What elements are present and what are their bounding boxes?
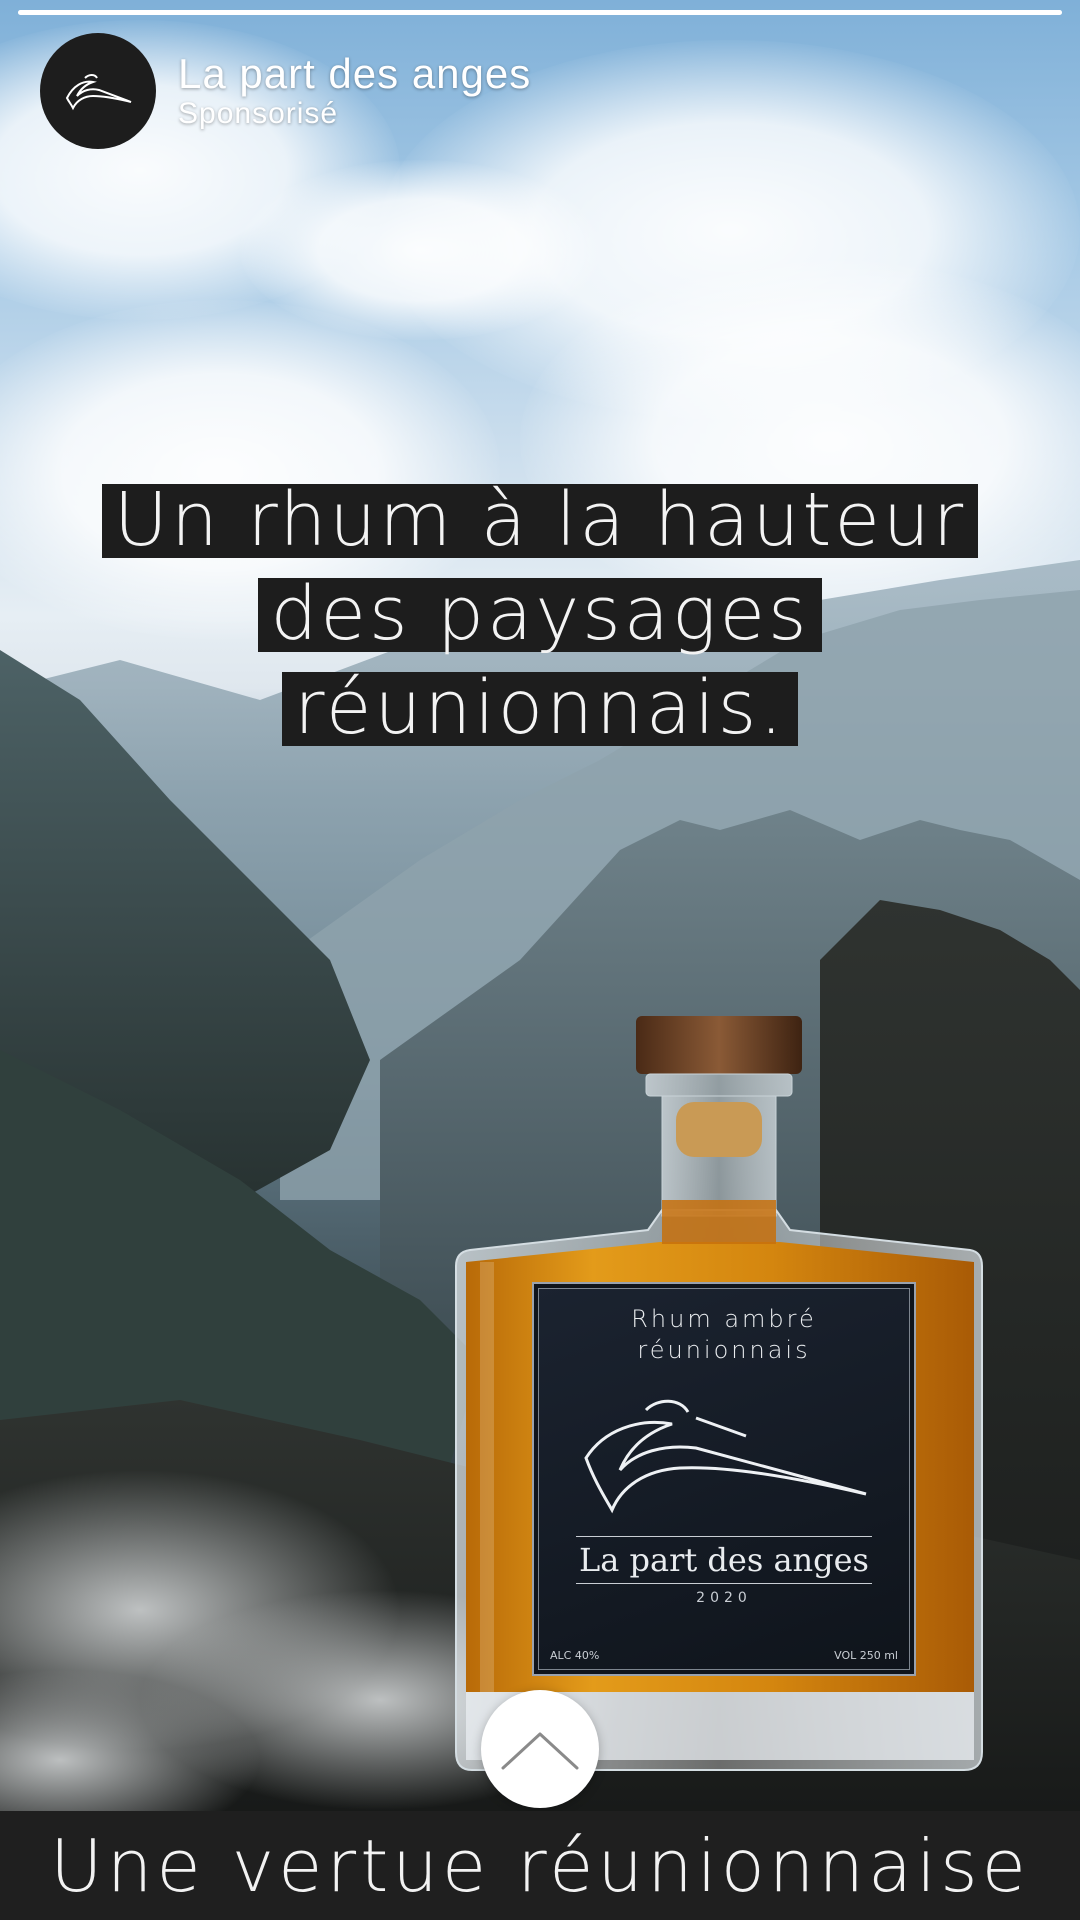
headline-line: Un rhum à la hauteur [101, 483, 979, 558]
story-progress-fill [18, 10, 1062, 15]
label-type-line: Rhum ambré [631, 1305, 817, 1333]
label-year: 2020 [696, 1590, 752, 1606]
brand-name[interactable]: La part des anges [178, 51, 531, 97]
swipe-up-button[interactable] [481, 1690, 599, 1808]
label-alc: ALC 40% [550, 1649, 600, 1662]
angel-bird-logo-icon [65, 74, 132, 111]
headline-line: réunionnais. [282, 671, 798, 746]
angel-bird-logo-icon [584, 1399, 867, 1514]
tagline-bar: Une vertue réunionnaise [0, 1811, 1080, 1920]
rum-bottle: Rhum ambré réunionnais La part des anges… [450, 1010, 995, 1780]
tagline: Une vertue réunionnaise [50, 1823, 1030, 1908]
chevron-up-icon [501, 1732, 579, 1770]
label-vol: VOL 250 ml [834, 1649, 898, 1662]
avatar[interactable] [40, 33, 156, 149]
story-background: La part des anges Sponsorisé Un rhum à l… [0, 0, 1080, 1811]
headline: Un rhum à la hauteur des paysages réunio… [0, 483, 1080, 766]
label-type-line: réunionnais [637, 1336, 811, 1364]
story-progress-bar [18, 10, 1062, 15]
sponsor-header[interactable]: La part des anges Sponsorisé [40, 33, 531, 149]
bottle-label: Rhum ambré réunionnais La part des anges… [532, 1282, 916, 1676]
sponsored-label: Sponsorisé [178, 97, 339, 130]
headline-line: des paysages [258, 577, 822, 652]
label-type: Rhum ambré réunionnais [534, 1304, 914, 1366]
label-brand: La part des anges [576, 1536, 872, 1584]
